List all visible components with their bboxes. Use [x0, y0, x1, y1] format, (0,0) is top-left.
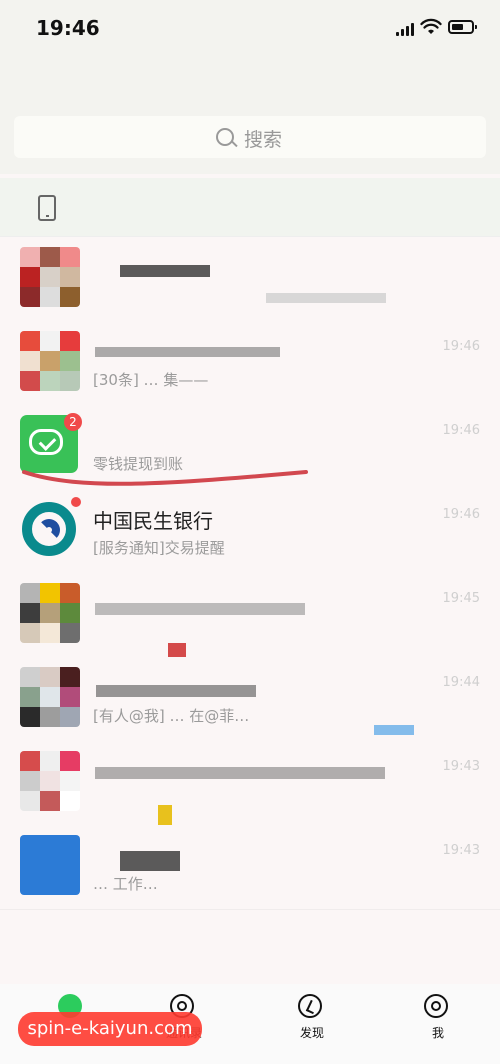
bank-logo: [22, 502, 76, 556]
chat-avatar-mosaic: [20, 583, 80, 643]
tab-label: 发现: [299, 1026, 324, 1040]
blurred-text: [266, 293, 386, 303]
blurred-text: [120, 265, 210, 277]
chat-time: 19:43: [442, 843, 480, 858]
chat-avatar-mosaic: [20, 331, 80, 391]
discover-icon: [298, 994, 322, 1018]
chat-time: 19:44: [442, 675, 480, 690]
unread-dot: [71, 497, 81, 507]
tab-label: 我: [431, 1026, 444, 1040]
chat-avatar-mosaic: [20, 751, 80, 811]
chat-preview: [有人@我] … 在@菲…: [93, 707, 250, 725]
blurred-text: [95, 347, 280, 357]
wifi-icon: [420, 18, 442, 34]
chat-time: 19:46: [442, 423, 480, 438]
chat-preview: … 工作…: [93, 875, 158, 893]
chat-avatar-mosaic: [20, 247, 80, 307]
chat-time: 19:46: [442, 339, 480, 354]
chat-row-5[interactable]: 19:45: [0, 573, 500, 661]
blurred-text: [95, 767, 385, 779]
chat-time: 19:46: [442, 507, 480, 522]
search-placeholder: 搜索: [244, 129, 283, 151]
tab-discover[interactable]: 发现: [276, 994, 348, 1046]
chat-preview: [30条] … 集——: [93, 371, 209, 389]
unread-badge: 2: [64, 413, 82, 431]
chat-row-2[interactable]: [30条] … 集—— 19:46: [0, 321, 500, 406]
chat-avatar-mosaic: [20, 667, 80, 727]
me-icon: [424, 994, 448, 1018]
chat-title: 中国民生银行: [93, 509, 213, 533]
chat-time: 19:45: [442, 591, 480, 606]
chat-preview: [服务通知]交易提醒: [93, 539, 225, 557]
battery-icon: [448, 20, 477, 34]
blurred-block: [374, 725, 414, 735]
watermark: spin-e-kaiyun.com: [18, 1012, 202, 1046]
device-row[interactable]: [0, 178, 500, 237]
status-bar: 19:46: [0, 0, 500, 60]
search-icon: [216, 128, 234, 146]
chat-row-4[interactable]: 中国民生银行 [服务通知]交易提醒 19:46: [0, 489, 500, 574]
chat-row-7[interactable]: 19:43: [0, 741, 500, 829]
chat-row-1[interactable]: [0, 237, 500, 322]
bank-ring-icon: [22, 502, 76, 556]
top-bar: [0, 60, 500, 156]
wechat-pay-shield-icon: [29, 429, 63, 455]
tab-me[interactable]: 我: [402, 994, 474, 1046]
blurred-text: [96, 685, 256, 697]
blurred-block: [120, 851, 180, 871]
phone-icon: [38, 195, 56, 221]
hand-drawn-underline: [22, 470, 308, 486]
signal-icon: [396, 22, 416, 36]
chat-time: 19:43: [442, 759, 480, 774]
status-time: 19:46: [36, 16, 100, 40]
chat-avatar-blue: [20, 835, 80, 895]
blurred-text: [95, 603, 305, 615]
chat-row-8[interactable]: … 工作… 19:43: [0, 825, 500, 910]
chat-row-6[interactable]: [有人@我] … 在@菲… 19:44: [0, 657, 500, 742]
